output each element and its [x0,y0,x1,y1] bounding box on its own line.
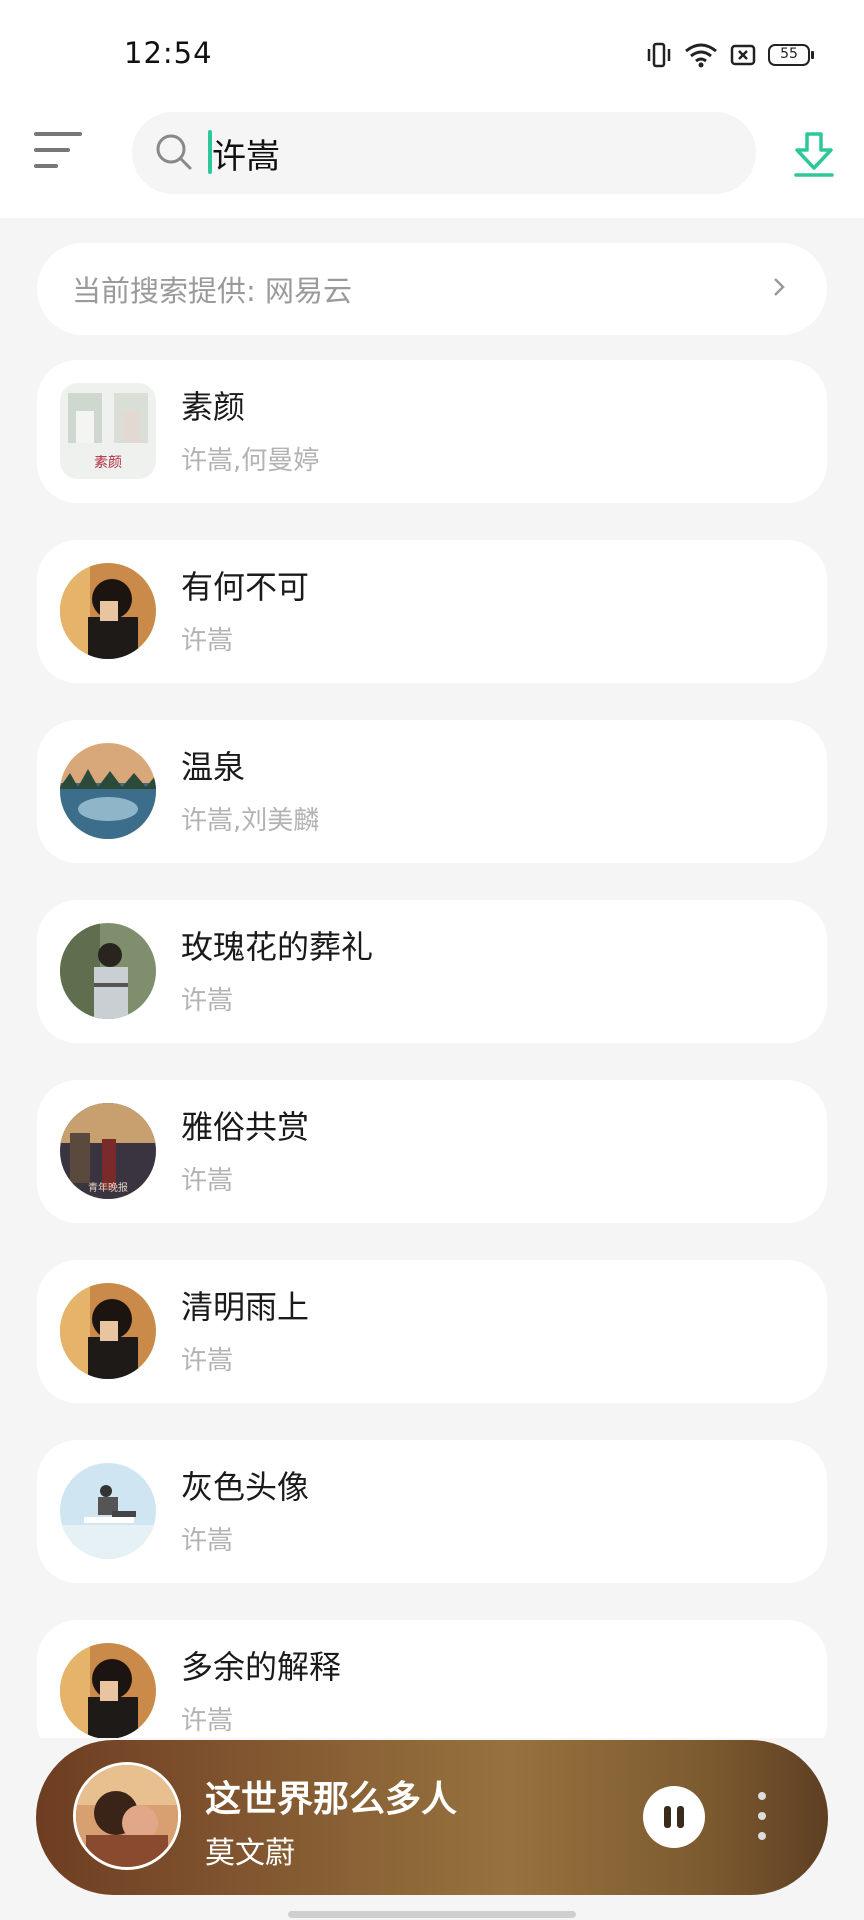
album-cover: 素颜 [60,383,156,479]
pause-button[interactable] [643,1786,705,1848]
status-icons: 55 [646,38,814,72]
album-cover [60,1283,156,1379]
song-artist: 许嵩,刘美麟 [181,806,320,836]
album-cover [60,1643,156,1738]
song-artist: 许嵩 [181,626,234,656]
song-title: 清明雨上 [181,1288,310,1326]
album-cover [60,563,156,659]
menu-icon-line [34,164,58,168]
song-title: 温泉 [181,748,246,786]
cover-title: 素颜 [94,455,122,471]
song-list: 素颜 素颜 许嵩,何曼婷 有何不可 许嵩 温泉 许嵩,刘美麟 玫瑰花的葬礼 许嵩… [37,360,827,1738]
provider-label: 当前搜索提供: 网易云 [72,274,352,308]
search-provider-bar[interactable]: 当前搜索提供: 网易云 [37,243,827,335]
song-list-item[interactable]: 素颜 素颜 许嵩,何曼婷 [37,360,827,503]
vibrate-icon [647,42,671,68]
song-title: 雅俗共赏 [181,1108,310,1146]
song-artist: 许嵩 [181,1526,234,1556]
song-title: 灰色头像 [181,1468,310,1506]
more-dot [758,1792,766,1800]
mini-player[interactable]: 这世界那么多人 莫文蔚 [36,1740,828,1895]
pause-icon-bar [664,1806,671,1828]
search-icon [156,134,192,170]
menu-icon-line [34,132,82,136]
song-list-item[interactable]: 温泉 许嵩,刘美麟 [37,720,827,863]
song-title: 多余的解释 [181,1648,342,1686]
album-cover [60,743,156,839]
cover-title: 青年晚报 [88,1181,128,1194]
more-vertical-icon[interactable] [752,1790,772,1846]
chevron-right-icon [774,278,785,296]
search-input[interactable] [212,129,712,177]
sim-icon [730,44,756,66]
song-list-item[interactable]: 清明雨上 许嵩 [37,1260,827,1403]
menu-button[interactable] [34,128,86,174]
now-playing-cover [73,1762,181,1870]
song-list-item[interactable]: 玫瑰花的葬礼 许嵩 [37,900,827,1043]
song-list-item[interactable]: 多余的解释 许嵩 [37,1620,827,1738]
more-dot [758,1812,766,1820]
home-indicator[interactable] [288,1911,576,1918]
song-list-item[interactable]: 灰色头像 许嵩 [37,1440,827,1583]
song-title: 有何不可 [181,568,310,606]
song-title: 玫瑰花的葬礼 [181,928,374,966]
song-artist: 许嵩,何曼婷 [181,446,320,476]
album-cover [60,1463,156,1559]
search-box[interactable] [132,112,756,194]
song-artist: 许嵩 [181,1706,234,1736]
wifi-icon [685,43,717,68]
status-time: 12:54 [124,36,213,70]
now-playing-title: 这世界那么多人 [205,1779,458,1820]
top-header: 12:54 55 [0,0,864,218]
now-playing-artist: 莫文蔚 [205,1836,295,1871]
download-icon[interactable] [788,128,840,180]
song-title: 素颜 [181,388,246,426]
song-list-item[interactable]: 有何不可 许嵩 [37,540,827,683]
song-list-item[interactable]: 青年晚报 雅俗共赏 许嵩 [37,1080,827,1223]
album-cover [60,923,156,1019]
search-results-page: 12:54 55 许嵩 当前搜索提供: 网易云 素颜 素颜 许嵩,何曼婷 有何不… [0,0,864,1920]
song-artist: 许嵩 [181,1346,234,1376]
battery-icon: 55 [768,44,814,66]
song-artist: 许嵩 [181,1166,234,1196]
menu-icon-line [34,148,70,152]
song-artist: 许嵩 [181,986,234,1016]
album-cover: 青年晚报 [60,1103,156,1199]
pause-icon-bar [677,1806,684,1828]
more-dot [758,1832,766,1840]
